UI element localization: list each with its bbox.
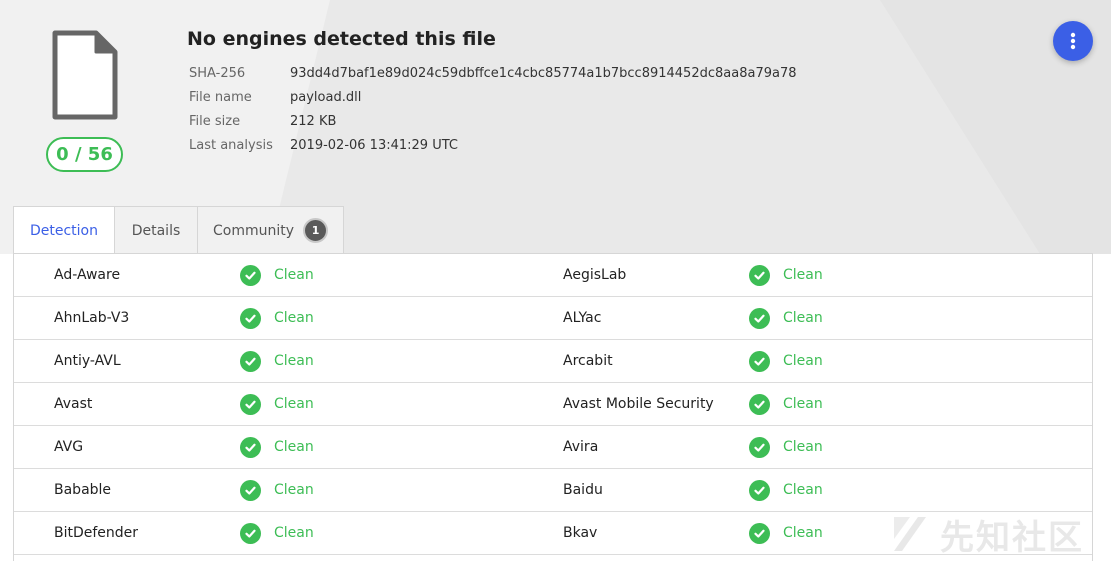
engine-name: AVG bbox=[54, 439, 84, 455]
tab-details[interactable]: Details bbox=[114, 206, 198, 254]
detection-result: Clean bbox=[783, 267, 823, 283]
more-vertical-icon bbox=[1070, 32, 1076, 50]
sha256-value: 93dd4d7baf1e89d024c59dbffce1c4cbc85774a1… bbox=[290, 66, 797, 81]
check-circle-icon bbox=[749, 265, 770, 286]
detection-result: Clean bbox=[783, 396, 823, 412]
tab-label: Community bbox=[212, 222, 295, 239]
more-options-button[interactable] bbox=[1053, 21, 1093, 61]
file-icon bbox=[52, 30, 118, 120]
check-circle-icon bbox=[749, 523, 770, 544]
detection-row: Antiy-AVL Clean Arcabit Clean bbox=[14, 340, 1092, 383]
engine-name: AegisLab bbox=[563, 267, 627, 283]
detection-result: Clean bbox=[274, 525, 314, 541]
detection-result: Clean bbox=[783, 525, 823, 541]
engine-name: ALYac bbox=[563, 310, 602, 326]
last-analysis-value: 2019-02-06 13:41:29 UTC bbox=[290, 138, 458, 153]
check-circle-icon bbox=[749, 351, 770, 372]
community-count-badge: 1 bbox=[303, 218, 329, 243]
check-circle-icon bbox=[240, 265, 261, 286]
detection-result: Clean bbox=[274, 439, 314, 455]
detection-result: Clean bbox=[274, 310, 314, 326]
detection-result: Clean bbox=[783, 439, 823, 455]
tab-label: Details bbox=[131, 222, 181, 239]
detection-row: Babable Clean Baidu Clean bbox=[14, 469, 1092, 512]
check-circle-icon bbox=[240, 480, 261, 501]
watermark-logo-icon bbox=[894, 517, 926, 551]
tab-community[interactable]: Community 1 bbox=[197, 206, 344, 254]
detection-result: Clean bbox=[783, 353, 823, 369]
check-circle-icon bbox=[240, 394, 261, 415]
detection-result: Clean bbox=[783, 482, 823, 498]
engine-name: Ad-Aware bbox=[54, 267, 121, 283]
detection-panel: Ad-Aware Clean AegisLab Clean AhnLab-V3 Clean… bbox=[13, 253, 1093, 561]
detection-row: Ad-Aware Clean AegisLab Clean bbox=[14, 254, 1092, 297]
engine-name: AhnLab-V3 bbox=[54, 310, 130, 326]
engine-name: Avast bbox=[54, 396, 93, 412]
sha256-label: SHA-256 bbox=[189, 66, 246, 81]
detection-row: AVG Clean Avira Clean bbox=[14, 426, 1092, 469]
page-title: No engines detected this file bbox=[187, 28, 496, 50]
detection-result: Clean bbox=[274, 396, 314, 412]
engine-name: Bkav bbox=[563, 525, 598, 541]
check-circle-icon bbox=[240, 351, 261, 372]
check-circle-icon bbox=[749, 437, 770, 458]
detection-result: Clean bbox=[783, 310, 823, 326]
engine-name: Baidu bbox=[563, 482, 603, 498]
tab-bar: Detection Details Community 1 bbox=[13, 206, 344, 255]
last-analysis-label: Last analysis bbox=[189, 138, 273, 153]
file-name-label: File name bbox=[189, 90, 252, 105]
detection-result: Clean bbox=[274, 267, 314, 283]
engine-name: BitDefender bbox=[54, 525, 139, 541]
watermark: 先知社区 bbox=[940, 518, 1084, 558]
detection-result: Clean bbox=[274, 353, 314, 369]
check-circle-icon bbox=[749, 394, 770, 415]
file-size-value: 212 KB bbox=[290, 114, 337, 129]
file-name-value: payload.dll bbox=[290, 90, 362, 105]
detection-result: Clean bbox=[274, 482, 314, 498]
check-circle-icon bbox=[240, 308, 261, 329]
engine-name: Antiy-AVL bbox=[54, 353, 121, 369]
check-circle-icon bbox=[240, 437, 261, 458]
engine-name: Babable bbox=[54, 482, 112, 498]
detection-row: Avast Clean Avast Mobile Security Clean bbox=[14, 383, 1092, 426]
check-circle-icon bbox=[749, 480, 770, 501]
detection-score-badge: 0 / 56 bbox=[46, 137, 123, 172]
check-circle-icon bbox=[749, 308, 770, 329]
detection-row: AhnLab-V3 Clean ALYac Clean bbox=[14, 297, 1092, 340]
file-size-label: File size bbox=[189, 114, 241, 129]
check-circle-icon bbox=[240, 523, 261, 544]
engine-name: Arcabit bbox=[563, 353, 613, 369]
detection-row: BitDefender Clean Bkav Clean bbox=[14, 512, 1092, 555]
engine-name: Avast Mobile Security bbox=[563, 396, 714, 412]
tab-detection[interactable]: Detection bbox=[13, 206, 115, 255]
engine-name: Avira bbox=[563, 439, 599, 455]
tab-label: Detection bbox=[29, 223, 98, 239]
